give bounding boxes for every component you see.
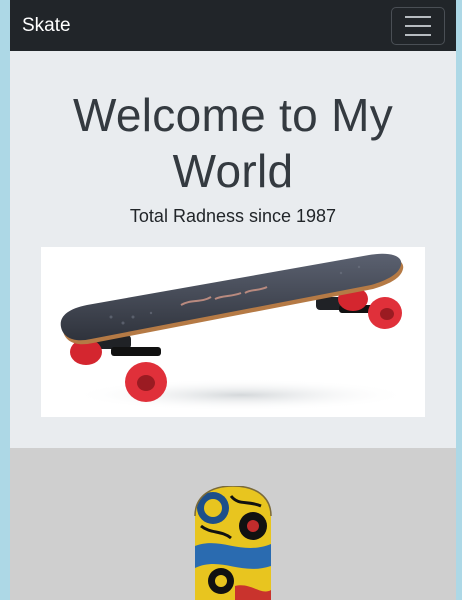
hamburger-icon: [405, 24, 431, 27]
skateboard-illustration: [60, 253, 411, 411]
hero-section: Welcome to My World Total Radness since …: [10, 51, 456, 448]
page: Skate Welcome to My World Total Radness …: [10, 0, 456, 600]
skateboard-image: [41, 247, 425, 417]
hamburger-icon: [405, 15, 431, 18]
page-subtitle: Total Radness since 1987: [129, 206, 337, 226]
gallery-section: [10, 448, 456, 600]
page-title: Welcome to My World: [72, 89, 393, 197]
menu-toggle-button[interactable]: [391, 6, 445, 45]
skateboard-deck-image: [191, 485, 275, 600]
navbar: Skate: [10, 0, 456, 51]
hamburger-icon: [405, 33, 431, 36]
deck-illustration: [194, 485, 272, 600]
brand-link[interactable]: Skate: [22, 15, 71, 37]
